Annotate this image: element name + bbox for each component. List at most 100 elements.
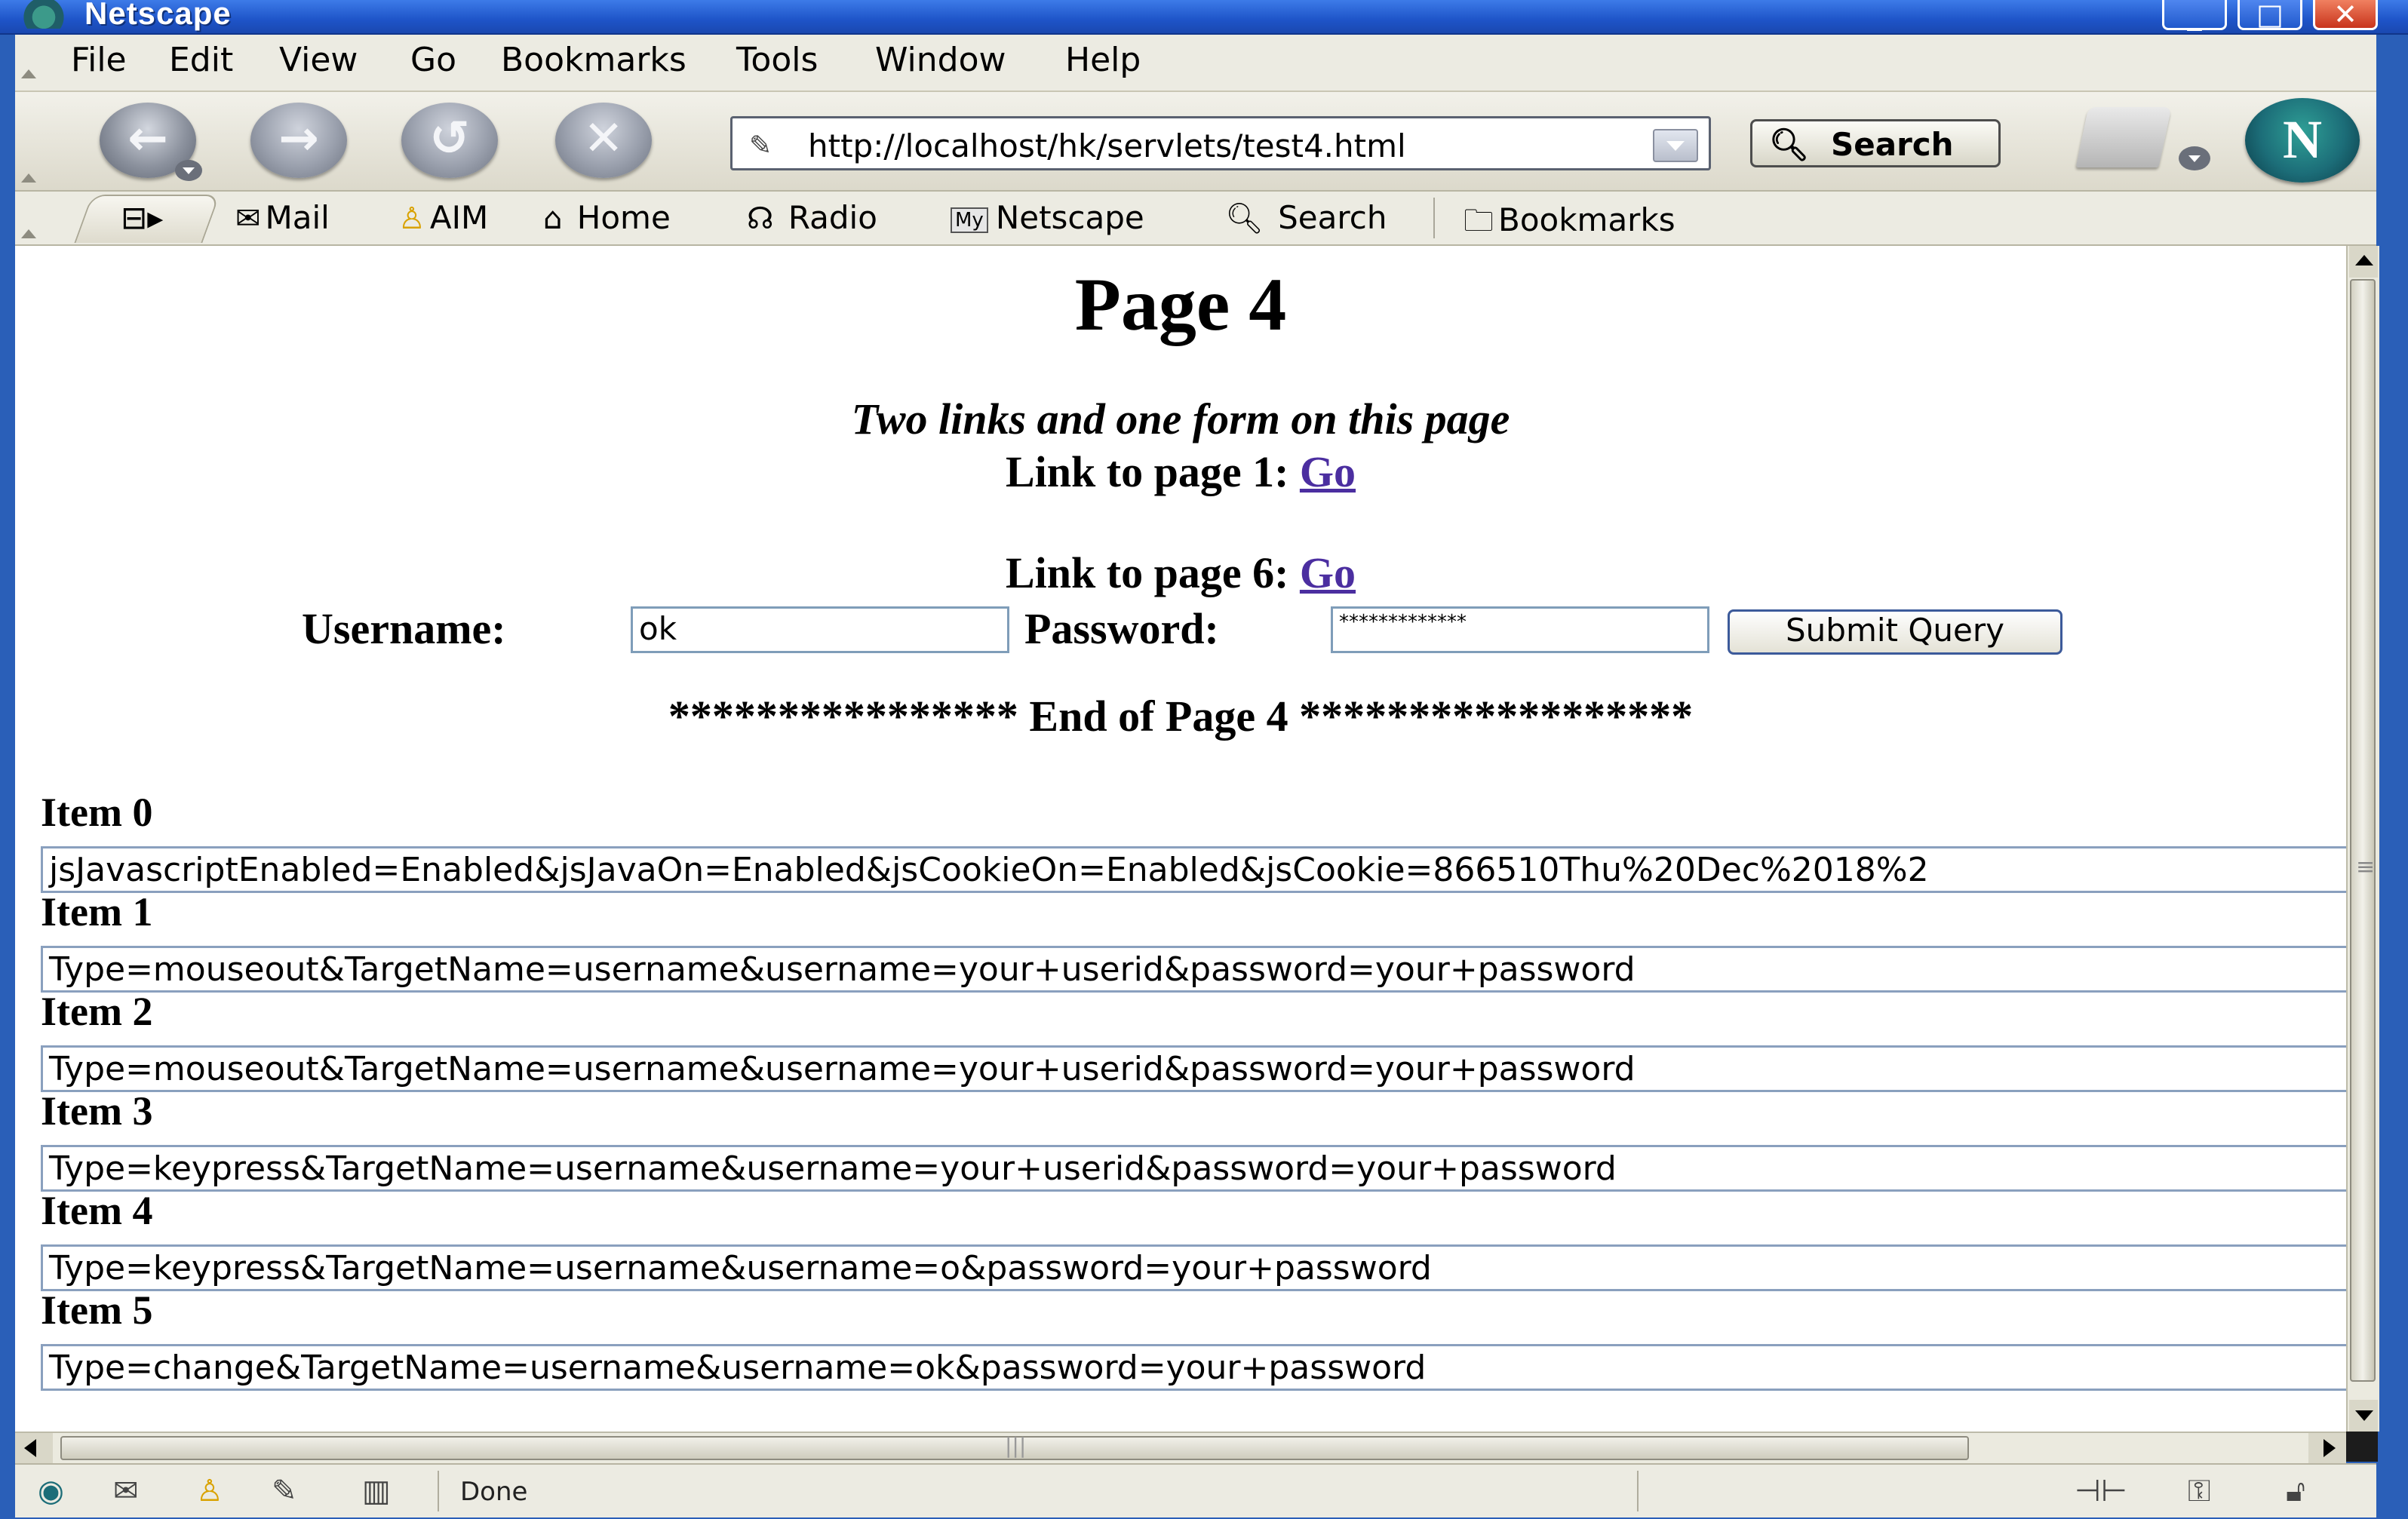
item-0-label: Item 0 <box>41 790 153 835</box>
radio-headphones-icon: ☊ <box>747 201 774 236</box>
link-page-1[interactable]: Go <box>1300 447 1356 496</box>
toolbar-my-netscape[interactable]: My Netscape <box>951 199 1144 236</box>
item-1-field[interactable]: Type=mouseout&TargetName=username&userna… <box>41 946 2346 993</box>
navbar-grip[interactable] <box>18 167 39 183</box>
menu-go[interactable]: Go <box>410 41 456 79</box>
toolbar-mail[interactable]: ✉ Mail <box>235 199 330 236</box>
magnifier-icon: 🔍︎ <box>1769 126 1810 163</box>
search-button-label: Search <box>1831 126 1954 163</box>
toolbar-radio[interactable]: ☊ Radio <box>747 199 877 236</box>
scroll-right-icon[interactable] <box>2308 1433 2346 1463</box>
forward-button[interactable]: → <box>250 103 347 178</box>
menu-bar: File Edit View Go Bookmarks Tools Window… <box>15 35 2376 92</box>
scroll-left-icon[interactable] <box>15 1433 53 1463</box>
netscape-status-icon[interactable]: ◉ <box>38 1474 64 1508</box>
page-title: Page 4 <box>1074 262 1287 346</box>
netscape-logo[interactable]: N <box>2245 98 2360 183</box>
end-of-page-text: **************** End of Page 4 *********… <box>668 692 1694 741</box>
title-bar: Netscape _ □ ✕ <box>0 0 2408 35</box>
link-page-6[interactable]: Go <box>1300 548 1356 597</box>
menu-view[interactable]: View <box>279 41 358 79</box>
username-label: Username: <box>302 604 506 653</box>
horizontal-scroll-thumb[interactable] <box>60 1433 1969 1460</box>
online-connection-icon[interactable]: ⊣⊢ <box>2075 1474 2127 1508</box>
status-separator <box>438 1471 439 1511</box>
search-icon: 🔍︎ <box>1225 201 1264 236</box>
composer-status-icon[interactable]: ✎ <box>272 1474 297 1508</box>
mail-icon: ✉ <box>235 201 261 236</box>
persbar-grip[interactable] <box>18 223 39 238</box>
link-page-6-text: Link to page 6: <box>1005 548 1289 597</box>
password-label: Password: <box>1024 604 1219 653</box>
toolbar-bookmarks[interactable]: 🗀︎ Bookmarks <box>1464 199 1675 250</box>
close-button[interactable]: ✕ <box>2313 0 2378 30</box>
stop-button[interactable]: ✕ <box>555 103 652 178</box>
item-2-field[interactable]: Type=mouseout&TargetName=username&userna… <box>41 1045 2346 1092</box>
toolbar-separator <box>1433 198 1435 238</box>
link-line-page-1: Link to page 1: Go <box>15 446 2346 497</box>
back-arrow-icon: ← <box>127 111 168 167</box>
reload-button[interactable]: ↺ <box>401 103 498 178</box>
security-key-icon[interactable]: ⚿ <box>2188 1474 2210 1508</box>
toolbar-aim-label: AIM <box>429 199 489 236</box>
menu-tools[interactable]: Tools <box>736 41 818 79</box>
scroll-up-icon[interactable] <box>2349 246 2378 278</box>
personal-toolbar: ⊟▸ ✉ Mail ♙ AIM ⌂ Home ☊ Radio My Netscape … <box>15 192 2376 246</box>
item-4-field[interactable]: Type=keypress&TargetName=username&userna… <box>41 1244 2346 1291</box>
forward-arrow-icon: → <box>278 111 319 167</box>
url-text[interactable]: http://localhost/hk/servlets/test4.html <box>808 127 1406 164</box>
item-1-label: Item 1 <box>41 889 153 934</box>
address-book-status-icon[interactable]: ▥ <box>362 1474 391 1508</box>
mail-status-icon[interactable]: ✉ <box>113 1474 139 1508</box>
search-button[interactable]: 🔍︎ Search <box>1750 119 2001 167</box>
password-input[interactable]: ************* <box>1331 606 1709 653</box>
stop-icon: ✕ <box>583 111 624 167</box>
url-history-dropdown-icon[interactable] <box>1653 129 1698 162</box>
toolbar-search-label: Search <box>1278 199 1387 236</box>
toolbar-radio-label: Radio <box>788 199 877 236</box>
page-subtitle: Two links and one form on this page <box>851 394 1510 443</box>
toolbar-search[interactable]: 🔍︎ Search <box>1225 199 1387 236</box>
sidebar-toggle-icon[interactable]: ⊟▸ <box>121 199 163 236</box>
menu-help[interactable]: Help <box>1065 41 1141 79</box>
scrollbar-corner <box>2346 1432 2378 1462</box>
aim-icon: ♙ <box>398 201 425 236</box>
vertical-scrollbar[interactable] <box>2346 246 2379 1432</box>
padlock-icon[interactable]: 🔓︎ <box>2286 1474 2305 1508</box>
item-5-label: Item 5 <box>41 1287 153 1333</box>
menu-file[interactable]: File <box>71 41 127 79</box>
url-bar[interactable]: ✎ http://localhost/hk/servlets/test4.htm… <box>730 116 1711 170</box>
menu-bookmarks[interactable]: Bookmarks <box>501 41 686 79</box>
window-title: Netscape <box>84 0 232 31</box>
menu-edit[interactable]: Edit <box>169 41 233 79</box>
status-text: Done <box>460 1477 528 1507</box>
item-3-label: Item 3 <box>41 1088 153 1134</box>
scroll-down-icon[interactable] <box>2349 1400 2378 1432</box>
horizontal-scrollbar[interactable] <box>15 1432 2346 1463</box>
minimize-button[interactable]: _ <box>2162 0 2227 30</box>
toolbar-mail-label: Mail <box>265 199 330 236</box>
my-netscape-icon: My <box>951 207 988 233</box>
item-4-label: Item 4 <box>41 1188 153 1233</box>
vertical-scroll-thumb[interactable] <box>2350 279 2376 1382</box>
toolbar-aim[interactable]: ♙ AIM <box>398 199 488 236</box>
maximize-button[interactable]: □ <box>2238 0 2302 30</box>
page-proxy-icon: ✎ <box>749 130 772 161</box>
aim-status-icon[interactable]: ♙ <box>196 1474 223 1508</box>
username-input[interactable]: ok <box>631 606 1009 653</box>
item-0-field[interactable]: jsJavascriptEnabled=Enabled&jsJavaOn=Ena… <box>41 846 2346 893</box>
menu-window[interactable]: Window <box>875 41 1006 79</box>
print-icon[interactable] <box>2075 107 2172 167</box>
submit-query-button[interactable]: Submit Query <box>1728 609 2062 655</box>
netscape-title-icon <box>21 0 66 29</box>
toolbar-bookmarks-label: Bookmarks <box>1498 201 1675 238</box>
print-dropdown-icon[interactable] <box>2179 146 2210 170</box>
menubar-grip[interactable] <box>18 63 39 78</box>
toolbar-netscape-label: Netscape <box>995 199 1144 236</box>
back-dropdown-icon[interactable] <box>175 160 202 181</box>
bookmarks-folder-icon: 🗀︎ <box>1464 204 1494 238</box>
back-button[interactable]: ← <box>100 103 202 181</box>
toolbar-home[interactable]: ⌂ Home <box>543 199 671 236</box>
item-5-field[interactable]: Type=change&TargetName=username&username… <box>41 1344 2346 1391</box>
item-3-field[interactable]: Type=keypress&TargetName=username&userna… <box>41 1145 2346 1192</box>
